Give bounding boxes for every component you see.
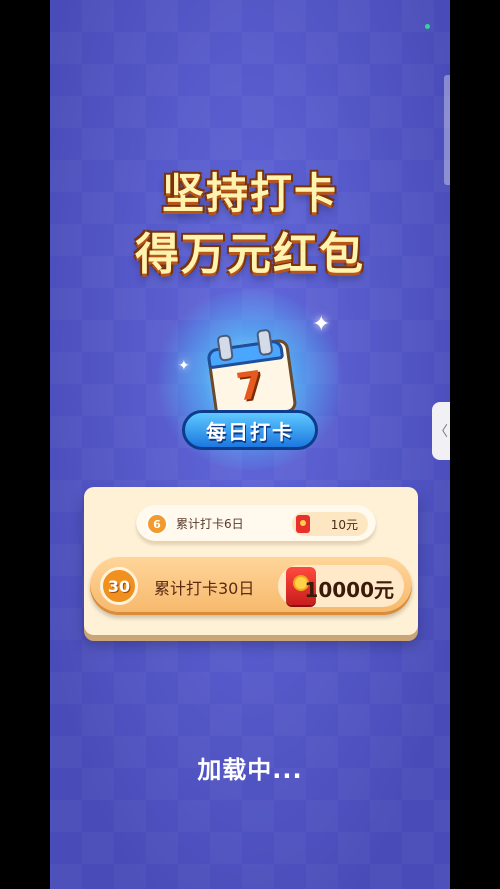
status-indicator-dot [425, 24, 430, 29]
reward-row-big: 30 累计打卡30日 10000元 [90, 557, 412, 615]
reward-amount: 10元 [330, 518, 358, 532]
sparkle-icon: ✦ [178, 358, 190, 374]
calendar-ring [256, 328, 274, 357]
banner-title-line1: 坚持打卡 [161, 169, 338, 218]
calendar-ring [216, 334, 234, 362]
banner-title-line2: 得万元红包 [135, 229, 365, 280]
reward-amount-pill: 10元 [292, 512, 368, 536]
loading-text: 加载中... [197, 756, 303, 784]
reward-amount: 10000元 [304, 578, 394, 602]
reward-card: 6 累计打卡6日 10元 30 累计打卡30日 10000元 [84, 487, 418, 635]
reward-label: 累计打卡30日 [154, 579, 255, 598]
day-count-badge: 6 [146, 513, 168, 535]
side-drawer-tab[interactable]: 〈 [432, 402, 450, 460]
reward-amount-pill: 10000元 [278, 565, 404, 607]
chevron-left-icon: 〈 [434, 424, 448, 440]
reward-label: 累计打卡6日 [176, 517, 244, 531]
sparkle-icon: ✦ [312, 312, 331, 337]
reward-row-small: 6 累计打卡6日 10元 [136, 505, 376, 543]
red-envelope-icon [296, 515, 310, 533]
calendar-icon: 7 [196, 324, 299, 424]
app-screen: 〈 坚持打卡 得万元红包 ✦ ✦ ✦ 7 每日打卡 6 累计打卡6日 10元 3… [50, 0, 450, 889]
day-count-badge: 30 [100, 567, 138, 605]
daily-checkin-badge[interactable]: 每日打卡 [182, 410, 318, 450]
